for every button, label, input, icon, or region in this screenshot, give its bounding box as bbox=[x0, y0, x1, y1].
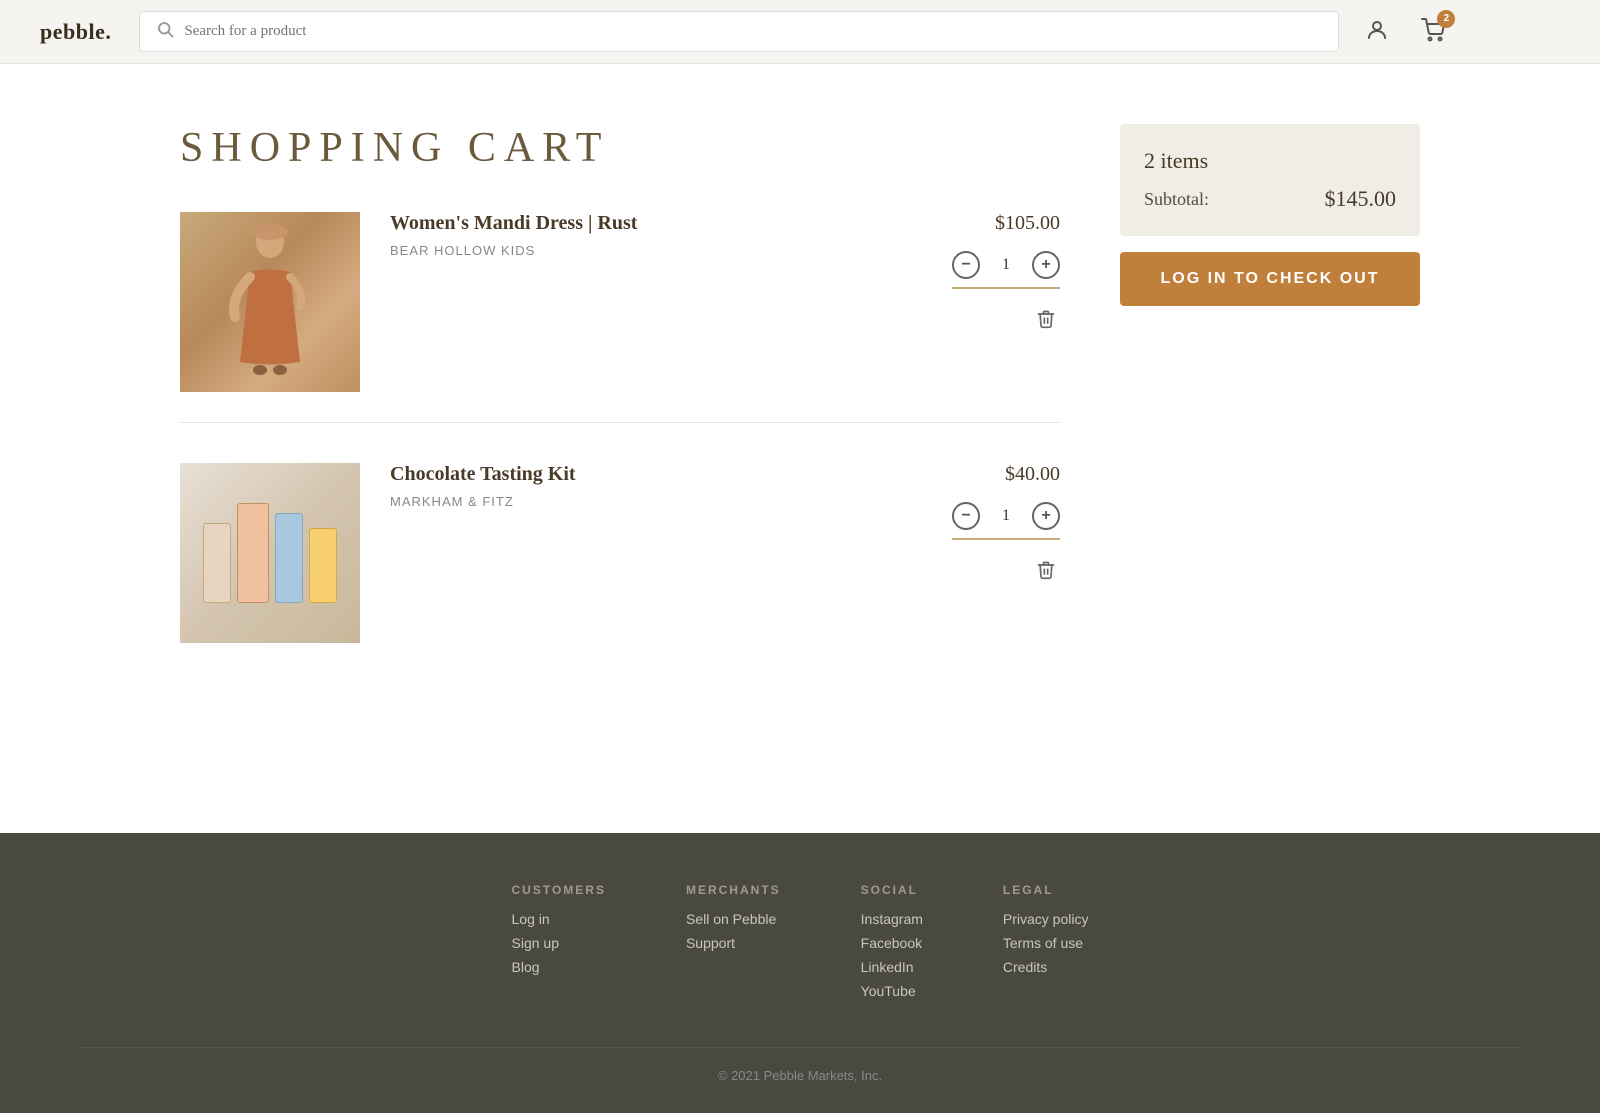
item-controls: $105.00 − 1 + bbox=[940, 212, 1060, 338]
item-details: Chocolate Tasting Kit MARKHAM & FITZ bbox=[360, 463, 940, 509]
header: pebble. bbox=[0, 0, 1600, 64]
cart-section: SHOPPING CART bbox=[180, 124, 1060, 713]
footer-link-support[interactable]: Support bbox=[686, 935, 781, 951]
footer-heading-merchants: MERCHANTS bbox=[686, 883, 781, 897]
search-input[interactable] bbox=[184, 23, 1322, 40]
quantity-value: 1 bbox=[996, 256, 1016, 274]
trash-icon bbox=[1036, 313, 1056, 333]
footer-link-credits[interactable]: Credits bbox=[1003, 959, 1089, 975]
decrease-quantity-button[interactable]: − bbox=[952, 251, 980, 279]
footer-link-linkedin[interactable]: LinkedIn bbox=[861, 959, 923, 975]
logo-text: pebble. bbox=[40, 19, 111, 45]
item-name: Chocolate Tasting Kit bbox=[390, 463, 910, 486]
account-button[interactable] bbox=[1359, 14, 1395, 50]
quantity-control: − 1 + bbox=[952, 502, 1060, 540]
account-icon bbox=[1365, 18, 1389, 45]
footer-heading-customers: CUSTOMERS bbox=[512, 883, 606, 897]
footer-heading-social: SOCIAL bbox=[861, 883, 923, 897]
cart-item: Women's Mandi Dress | Rust Bear Hollow K… bbox=[180, 212, 1060, 423]
cart-button[interactable]: 2 bbox=[1415, 14, 1451, 50]
search-icon bbox=[156, 20, 174, 43]
quantity-control: − 1 + bbox=[952, 251, 1060, 289]
item-price: $105.00 bbox=[995, 212, 1060, 235]
item-name: Women's Mandi Dress | Rust bbox=[390, 212, 910, 235]
footer-link-privacy[interactable]: Privacy policy bbox=[1003, 911, 1089, 927]
item-controls: $40.00 − 1 + bbox=[940, 463, 1060, 589]
header-actions: 2 bbox=[1359, 14, 1451, 50]
subtotal-value: $145.00 bbox=[1325, 186, 1397, 212]
footer-link-login[interactable]: Log in bbox=[512, 911, 606, 927]
item-brand: Bear Hollow Kids bbox=[390, 243, 910, 258]
main-content: SHOPPING CART bbox=[100, 64, 1500, 793]
item-price: $40.00 bbox=[1005, 463, 1060, 486]
footer: CUSTOMERS Log in Sign up Blog MERCHANTS … bbox=[0, 833, 1600, 1113]
search-bar bbox=[139, 11, 1339, 52]
footer-link-blog[interactable]: Blog bbox=[512, 959, 606, 975]
increase-quantity-button[interactable]: + bbox=[1032, 502, 1060, 530]
quantity-value: 1 bbox=[996, 507, 1016, 525]
delete-item-button[interactable] bbox=[1032, 556, 1060, 589]
order-summary: 2 items Subtotal: $145.00 LOG IN TO CHEC… bbox=[1120, 124, 1420, 713]
increase-quantity-button[interactable]: + bbox=[1032, 251, 1060, 279]
item-image bbox=[180, 212, 360, 392]
item-details: Women's Mandi Dress | Rust Bear Hollow K… bbox=[360, 212, 940, 258]
footer-copyright: © 2021 Pebble Markets, Inc. bbox=[80, 1047, 1520, 1083]
footer-col-social: SOCIAL Instagram Facebook LinkedIn YouTu… bbox=[861, 883, 923, 1007]
footer-link-sell[interactable]: Sell on Pebble bbox=[686, 911, 781, 927]
footer-link-instagram[interactable]: Instagram bbox=[861, 911, 923, 927]
footer-link-youtube[interactable]: YouTube bbox=[861, 983, 923, 999]
logo[interactable]: pebble. bbox=[40, 19, 111, 45]
cart-item: Chocolate Tasting Kit MARKHAM & FITZ $40… bbox=[180, 463, 1060, 673]
footer-columns: CUSTOMERS Log in Sign up Blog MERCHANTS … bbox=[80, 883, 1520, 1007]
summary-items-count: 2 items bbox=[1144, 148, 1396, 174]
subtotal-label: Subtotal: bbox=[1144, 189, 1209, 210]
footer-heading-legal: LEGAL bbox=[1003, 883, 1089, 897]
cart-badge: 2 bbox=[1437, 10, 1455, 28]
checkout-button[interactable]: LOG IN TO CHECK OUT bbox=[1120, 252, 1420, 306]
footer-link-signup[interactable]: Sign up bbox=[512, 935, 606, 951]
footer-col-legal: LEGAL Privacy policy Terms of use Credit… bbox=[1003, 883, 1089, 1007]
decrease-quantity-button[interactable]: − bbox=[952, 502, 980, 530]
delete-item-button[interactable] bbox=[1032, 305, 1060, 338]
summary-box: 2 items Subtotal: $145.00 bbox=[1120, 124, 1420, 236]
footer-link-terms[interactable]: Terms of use bbox=[1003, 935, 1089, 951]
footer-link-facebook[interactable]: Facebook bbox=[861, 935, 923, 951]
page-title: SHOPPING CART bbox=[180, 124, 1060, 172]
item-image bbox=[180, 463, 360, 643]
footer-col-customers: CUSTOMERS Log in Sign up Blog bbox=[512, 883, 606, 1007]
footer-col-merchants: MERCHANTS Sell on Pebble Support bbox=[686, 883, 781, 1007]
trash-icon bbox=[1036, 564, 1056, 584]
summary-subtotal-row: Subtotal: $145.00 bbox=[1144, 186, 1396, 212]
item-brand: MARKHAM & FITZ bbox=[390, 494, 910, 509]
